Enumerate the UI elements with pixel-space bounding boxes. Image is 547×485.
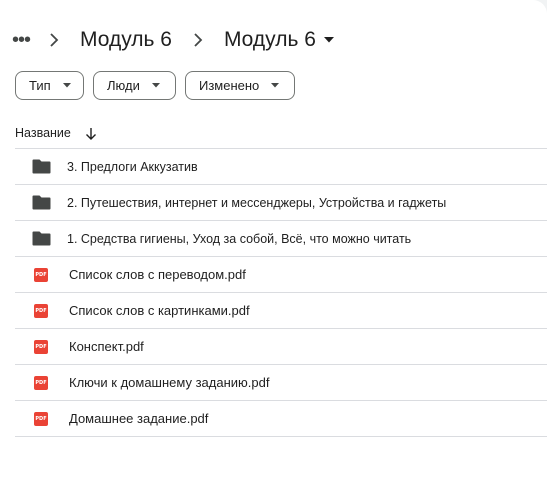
folder-icon bbox=[15, 231, 67, 246]
column-header-name[interactable]: Название bbox=[15, 126, 71, 140]
list-item-pdf[interactable]: PDF Ключи к домашнему заданию.pdf bbox=[15, 365, 547, 401]
folder-icon bbox=[15, 195, 67, 210]
chevron-right-icon bbox=[34, 33, 74, 47]
caret-down-icon bbox=[323, 37, 334, 43]
breadcrumb: ••• Модуль 6 Модуль 6 bbox=[8, 22, 340, 58]
chevron-right-icon bbox=[178, 33, 218, 47]
pdf-badge: PDF bbox=[34, 303, 48, 318]
list-item-label: Домашнее задание.pdf bbox=[69, 411, 209, 426]
pdf-file-icon: PDF bbox=[15, 339, 67, 354]
filter-type-chip[interactable]: Тип bbox=[15, 71, 84, 100]
list-item-label: 1. Средства гигиены, Уход за собой, Всё,… bbox=[67, 231, 412, 246]
list-item-pdf[interactable]: PDF Список слов с переводом.pdf bbox=[15, 257, 547, 293]
list-item-label: Список слов с переводом.pdf bbox=[69, 267, 246, 282]
caret-down-icon bbox=[62, 83, 71, 88]
list-header: Название bbox=[15, 118, 547, 149]
pdf-badge: PDF bbox=[34, 267, 48, 282]
pdf-file-icon: PDF bbox=[15, 375, 67, 390]
pdf-badge: PDF bbox=[34, 375, 48, 390]
folder-icon bbox=[15, 159, 67, 174]
more-breadcrumbs-button[interactable]: ••• bbox=[8, 22, 34, 58]
breadcrumb-item-parent[interactable]: Модуль 6 bbox=[74, 28, 178, 52]
file-list: 3. Предлоги Аккузатив 2. Путешествия, ин… bbox=[15, 149, 547, 437]
caret-down-icon bbox=[151, 83, 160, 88]
pdf-file-icon: PDF bbox=[15, 267, 67, 282]
breadcrumb-item-label: Модуль 6 bbox=[223, 28, 316, 51]
filter-bar: Тип Люди Изменено bbox=[15, 71, 295, 100]
list-item-folder[interactable]: 2. Путешествия, интернет и мессенджеры, … bbox=[15, 185, 547, 221]
breadcrumb-item-current[interactable]: Модуль 6 bbox=[218, 28, 340, 52]
pdf-badge: PDF bbox=[34, 411, 48, 426]
list-item-folder[interactable]: 1. Средства гигиены, Уход за собой, Всё,… bbox=[15, 221, 547, 257]
filter-people-label: Люди bbox=[107, 78, 140, 93]
sort-arrow-down-icon[interactable] bbox=[85, 127, 97, 140]
pdf-badge: PDF bbox=[34, 339, 48, 354]
list-item-pdf[interactable]: PDF Конспект.pdf bbox=[15, 329, 547, 365]
breadcrumb-item-label: Модуль 6 bbox=[80, 28, 172, 51]
list-item-label: Список слов с картинками.pdf bbox=[69, 303, 250, 318]
list-item-label: 3. Предлоги Аккузатив bbox=[67, 159, 198, 174]
list-item-pdf[interactable]: PDF Список слов с картинками.pdf bbox=[15, 293, 547, 329]
filter-modified-label: Изменено bbox=[199, 78, 260, 93]
file-browser-panel: ••• Модуль 6 Модуль 6 Тип Люди Изменено … bbox=[0, 0, 547, 485]
list-item-pdf[interactable]: PDF Домашнее задание.pdf bbox=[15, 401, 547, 437]
list-item-label: Конспект.pdf bbox=[69, 339, 144, 354]
filter-people-chip[interactable]: Люди bbox=[93, 71, 176, 100]
list-item-label: 2. Путешествия, интернет и мессенджеры, … bbox=[67, 195, 447, 210]
pdf-file-icon: PDF bbox=[15, 303, 67, 318]
filter-modified-chip[interactable]: Изменено bbox=[185, 71, 295, 100]
filter-type-label: Тип bbox=[29, 78, 51, 93]
list-item-label: Ключи к домашнему заданию.pdf bbox=[69, 375, 270, 390]
pdf-file-icon: PDF bbox=[15, 411, 67, 426]
list-item-folder[interactable]: 3. Предлоги Аккузатив bbox=[15, 149, 547, 185]
caret-down-icon bbox=[271, 83, 280, 88]
